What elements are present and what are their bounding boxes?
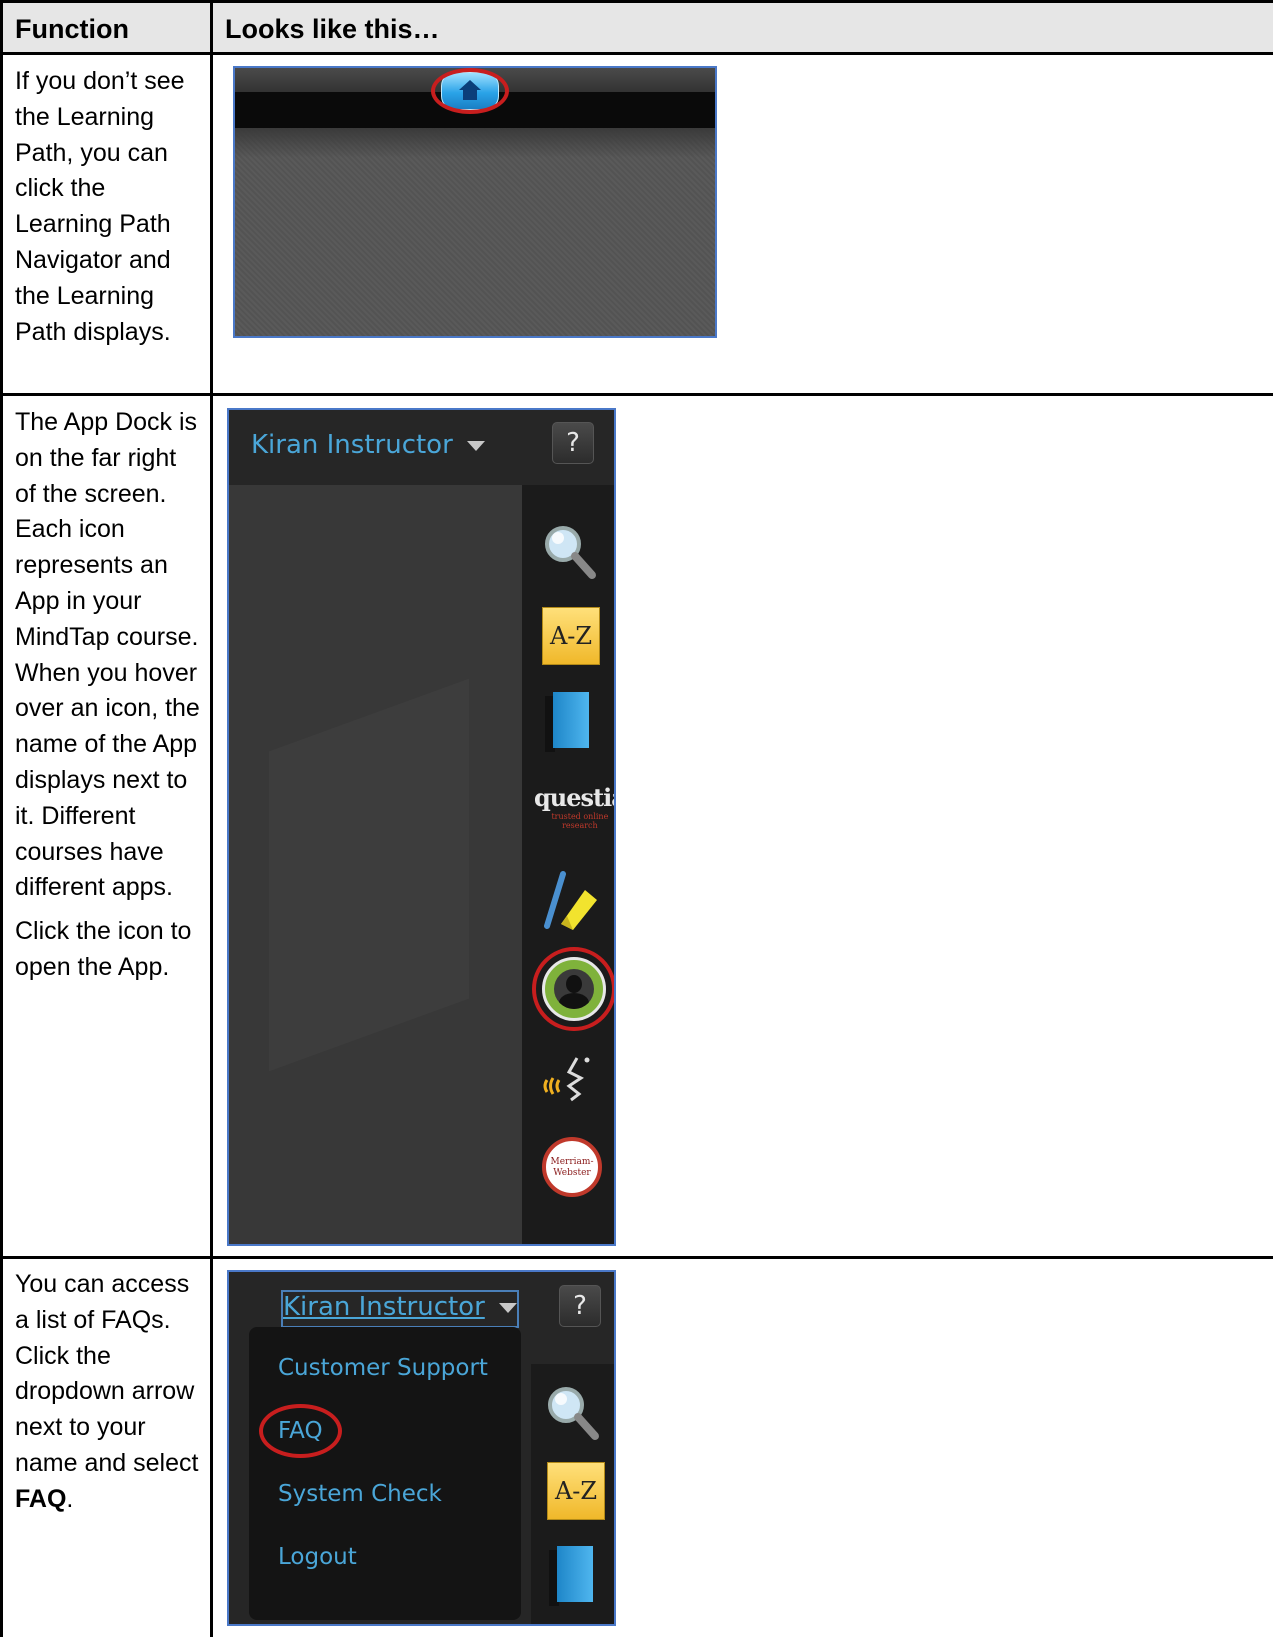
row-divider — [0, 393, 1273, 396]
row-divider — [0, 1256, 1273, 1259]
table-border — [0, 0, 3, 1637]
user-menu[interactable]: Kiran Instructor — [251, 430, 485, 460]
row-2-function: The App Dock is on the far right of the … — [15, 408, 200, 981]
merriam-webster-icon[interactable]: Merriam- Webster — [542, 1137, 602, 1197]
help-button[interactable]: ? — [559, 1285, 601, 1327]
header-looks-like: Looks like this… — [225, 14, 440, 44]
chevron-down-icon — [466, 440, 485, 451]
instructions-table: Function Looks like this… If you don’t s… — [0, 0, 1273, 1637]
user-menu[interactable]: Kiran Instructor — [283, 1292, 517, 1322]
faq-menu-screenshot: Kiran Instructor ? Customer Support FAQ … — [227, 1270, 616, 1626]
user-name: Kiran Instructor — [283, 1292, 485, 1322]
book-icon[interactable] — [549, 1546, 593, 1606]
book-icon[interactable] — [545, 692, 589, 752]
search-icon[interactable] — [545, 1384, 601, 1442]
speech-icon[interactable] — [541, 1050, 601, 1106]
menu-item-system-check[interactable]: System Check — [278, 1481, 442, 1507]
highlighter-icon[interactable] — [541, 866, 601, 932]
row-3-function: You can access a list of FAQs. Click the… — [15, 1270, 199, 1513]
row-1-function: If you don’t see the Learning Path, you … — [15, 67, 185, 346]
header-function: Function — [15, 14, 129, 44]
highlight-circle — [532, 947, 614, 1031]
highlight-circle — [431, 68, 509, 114]
background-shape — [269, 678, 469, 1072]
user-name: Kiran Instructor — [251, 430, 453, 460]
app-dock-screenshot: Kiran Instructor ? A-Z questia trusted o… — [227, 408, 616, 1246]
a-z-icon[interactable]: A-Z — [542, 607, 600, 665]
menu-item-logout[interactable]: Logout — [278, 1544, 357, 1570]
row-divider — [0, 52, 1273, 55]
learning-path-screenshot — [233, 66, 717, 338]
search-icon[interactable] — [542, 523, 598, 581]
chevron-down-icon — [498, 1302, 517, 1313]
content-area — [229, 485, 522, 1244]
a-z-icon[interactable]: A-Z — [547, 1462, 605, 1520]
shade — [235, 128, 715, 158]
menu-item-customer-support[interactable]: Customer Support — [278, 1355, 488, 1381]
column-divider — [210, 0, 213, 1637]
questia-icon[interactable]: questia trusted online research — [534, 783, 614, 830]
table-header — [0, 0, 1273, 54]
help-button[interactable]: ? — [552, 422, 594, 464]
table-border — [0, 0, 1273, 3]
highlight-circle — [259, 1404, 342, 1458]
